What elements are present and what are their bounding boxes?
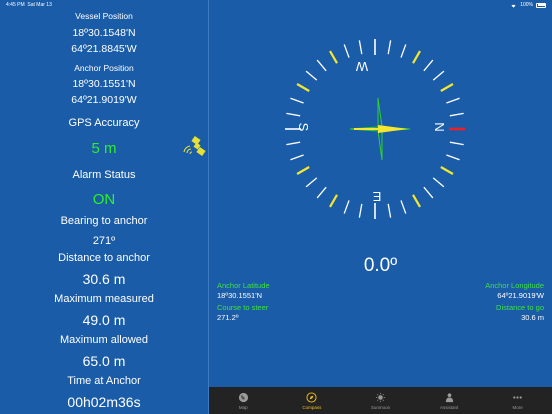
battery-icon xyxy=(536,2,546,8)
cardinal-s: S xyxy=(296,123,311,132)
battery-percent: 100% xyxy=(520,2,533,8)
compass-tick xyxy=(387,203,392,218)
compass-tick xyxy=(446,97,460,104)
distance-label: Distance to anchor xyxy=(58,252,150,264)
compass-tick xyxy=(286,112,301,117)
tab-compass[interactable]: Compass xyxy=(278,387,347,414)
wifi-icon xyxy=(511,4,516,8)
satellite-icon[interactable] xyxy=(180,135,206,161)
tab-bar: Map Compass Sunmoon Assistant More xyxy=(209,387,552,414)
status-right: 100% xyxy=(510,2,546,8)
vessel-longitude: 64º21.8845'W xyxy=(71,43,137,55)
heading-value: 0.0º xyxy=(363,255,398,276)
time-at-anchor-label: Time at Anchor xyxy=(67,375,141,387)
compass-tick xyxy=(358,40,363,55)
anchor-longitude-label: Anchor Longitude xyxy=(485,281,544,290)
compass-tick xyxy=(290,97,304,104)
tab-more[interactable]: More xyxy=(483,387,552,414)
compass-tick xyxy=(449,112,464,117)
anchor-latitude: 18º30.1551'N xyxy=(72,78,136,90)
compass-tick xyxy=(423,186,434,199)
more-icon xyxy=(512,392,523,403)
compass-tick xyxy=(286,141,301,146)
tab-assistant[interactable]: Assistant xyxy=(415,387,484,414)
anchor-longitude: 64º21.9019'W xyxy=(71,94,137,106)
bearing-value: 271º xyxy=(92,235,116,247)
compass-tick xyxy=(358,203,363,218)
compass-tick xyxy=(316,59,327,72)
anchor-position-label: Anchor Position xyxy=(74,63,134,73)
compass-tick xyxy=(343,200,350,214)
compass-tick xyxy=(329,194,338,208)
bearing-label: Bearing to anchor xyxy=(60,215,148,227)
compass-tick xyxy=(296,166,310,175)
compass-tick xyxy=(412,50,421,64)
gps-accuracy-label: GPS Accuracy xyxy=(68,117,140,129)
maximum-measured-label: Maximum measured xyxy=(54,293,154,305)
vessel-latitude: 18º30.1548'N xyxy=(72,27,136,39)
course-to-steer-value: 271.2º xyxy=(217,313,239,322)
cardinal-n: N xyxy=(432,122,447,131)
compass-tick xyxy=(400,44,407,58)
cardinal-w: W xyxy=(355,59,368,74)
compass-tick xyxy=(412,194,421,208)
pane-divider xyxy=(208,0,209,414)
distance-value: 30.6 m xyxy=(82,271,126,287)
compass-tick xyxy=(305,177,318,188)
compass-tick xyxy=(296,83,310,92)
anchor-longitude-value: 64º21.9019'W xyxy=(497,291,544,300)
compass-tick xyxy=(432,177,445,188)
globe-icon xyxy=(238,392,249,403)
compass-tick xyxy=(400,200,407,214)
alarm-status-value: ON xyxy=(92,191,116,208)
assistant-icon xyxy=(444,392,455,403)
compass-tick xyxy=(449,141,464,146)
maximum-allowed-value: 65.0 m xyxy=(82,353,126,369)
gps-accuracy-value: 5 m xyxy=(91,140,117,157)
distance-to-go-value: 30.6 m xyxy=(521,313,544,322)
compass-tick xyxy=(343,44,350,58)
compass-tick xyxy=(423,59,434,72)
tab-sunmoon[interactable]: Sunmoon xyxy=(346,387,415,414)
maximum-allowed-label: Maximum allowed xyxy=(59,334,149,346)
sun-moon-icon xyxy=(375,392,386,403)
cardinal-e: E xyxy=(372,189,381,204)
maximum-measured-value: 49.0 m xyxy=(82,312,126,328)
alarm-status-label: Alarm Status xyxy=(72,169,136,181)
distance-to-go-label: Distance to go xyxy=(496,303,544,312)
compass-rose: W S N E xyxy=(285,39,465,219)
vessel-position-label: Vessel Position xyxy=(75,11,133,21)
compass-tick xyxy=(316,186,327,199)
compass-tick xyxy=(329,50,338,64)
compass-icon xyxy=(306,391,317,403)
compass-tick xyxy=(446,154,460,161)
anchor-latitude-value: 18º30.1551'N xyxy=(217,291,263,300)
compass-tick xyxy=(440,83,454,92)
compass-tick xyxy=(432,70,445,81)
compass-tick xyxy=(387,40,392,55)
anchor-latitude-label: Anchor Latitude xyxy=(217,281,270,290)
compass-tick xyxy=(290,154,304,161)
time-at-anchor-value: 00h02m36s xyxy=(67,394,141,410)
course-to-steer-label: Course to steer xyxy=(217,303,269,312)
compass-tick xyxy=(305,70,318,81)
tab-map[interactable]: Map xyxy=(209,387,278,414)
compass-tick xyxy=(440,166,454,175)
left-info-panel: Vessel Position 18º30.1548'N 64º21.8845'… xyxy=(0,0,208,414)
compass-needle xyxy=(349,97,411,161)
